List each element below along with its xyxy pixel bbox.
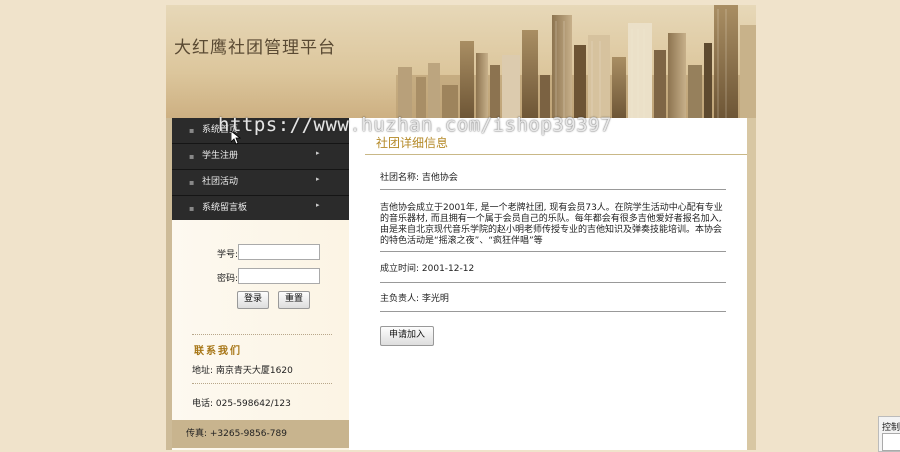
password-row: 密码:	[172, 268, 349, 286]
contact-phone: 电话: 025-598642/123	[192, 399, 291, 409]
chevron-right-icon: ▸	[316, 149, 320, 157]
nav-item-label: 学生注册	[202, 151, 239, 161]
sidebar: ▪ 系统首页 ▪ 学生注册 ▸ ▪ 社团活动 ▸ ▪ 系统留言板 ▸ 学号: 密…	[166, 118, 349, 450]
login-button[interactable]: 登录	[237, 291, 270, 309]
divider	[380, 189, 726, 190]
nav-item-label: 系统留言板	[202, 203, 248, 213]
control-panel-box	[882, 433, 900, 451]
contact-heading: 联系我们	[194, 346, 242, 357]
password-input[interactable]	[238, 268, 320, 284]
divider	[192, 383, 332, 384]
club-leader: 主负责人: 李光明	[380, 294, 449, 304]
login-panel: 学号: 密码: 登录 重置 联系我们 地址: 南京青天大厦1620 电话: 02…	[172, 220, 349, 450]
club-description: 吉他协会成立于2001年, 是一个老牌社团, 现有会员73人。在院学生活动中心配…	[380, 203, 723, 246]
divider	[380, 251, 726, 252]
divider	[380, 282, 726, 283]
apply-join-button[interactable]: 申请加入	[380, 326, 435, 346]
fax-bar: 传真: +3265-9856-789	[172, 420, 349, 448]
nav-item-label: 社团活动	[202, 177, 239, 187]
mouse-cursor-icon	[231, 131, 241, 145]
nav-menu: ▪ 系统首页 ▪ 学生注册 ▸ ▪ 社团活动 ▸ ▪ 系统留言板 ▸	[172, 118, 349, 222]
bullet-icon: ▪	[189, 204, 195, 213]
nav-item-message-board[interactable]: ▪ 系统留言板 ▸	[172, 196, 349, 222]
nav-item-home[interactable]: ▪ 系统首页	[172, 118, 349, 144]
control-panel-popup[interactable]: 控制	[878, 416, 900, 452]
detail-title: 社团详细信息	[376, 136, 449, 150]
site-title: 大红鹰社团管理平台	[174, 38, 336, 58]
nav-item-student-register[interactable]: ▪ 学生注册 ▸	[172, 144, 349, 170]
bullet-icon: ▪	[189, 126, 195, 135]
student-id-row: 学号:	[172, 244, 349, 262]
title-underline	[365, 154, 747, 155]
club-name: 社团名称: 吉他协会	[380, 173, 458, 183]
city-skyline-image	[396, 5, 756, 118]
chevron-right-icon: ▸	[316, 201, 320, 209]
divider	[380, 311, 726, 312]
contact-address: 地址: 南京青天大厦1620	[192, 366, 293, 376]
club-detail-panel: 社团详细信息 社团名称: 吉他协会 吉他协会成立于2001年, 是一个老牌社团,…	[349, 118, 747, 450]
nav-item-club-activities[interactable]: ▪ 社团活动 ▸	[172, 170, 349, 196]
student-id-input[interactable]	[238, 244, 320, 260]
control-panel-label: 控制	[882, 423, 900, 433]
student-id-label: 学号:	[216, 250, 238, 260]
password-label: 密码:	[216, 274, 238, 284]
divider	[192, 334, 332, 335]
window-background	[756, 0, 900, 450]
contact-fax: 传真: +3265-9856-789	[186, 429, 287, 439]
club-founded-date: 成立时间: 2001-12-12	[380, 264, 475, 274]
bullet-icon: ▪	[189, 152, 195, 161]
page-frame: 大红鹰社团管理平台 ▪ 系统首页 ▪ 学生注册 ▸ ▪ 社团活动 ▸ ▪ 系统留…	[166, 5, 756, 450]
chevron-right-icon: ▸	[316, 175, 320, 183]
bullet-icon: ▪	[189, 178, 195, 187]
header-banner: 大红鹰社团管理平台	[166, 5, 756, 118]
reset-button[interactable]: 重置	[278, 291, 311, 309]
